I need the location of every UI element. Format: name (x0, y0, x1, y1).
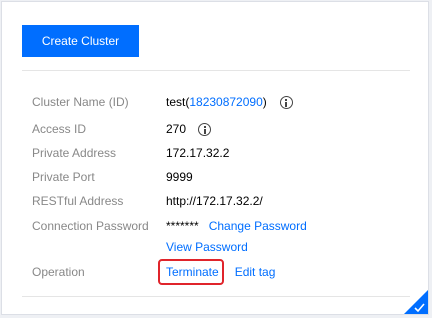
view-password-wrap: View Password (166, 238, 248, 256)
connection-password-value: ******* Change Password (166, 217, 307, 235)
restful-address-label: RESTful Address (32, 194, 124, 208)
row-cluster-name: Cluster Name (ID) test(18230872090) (2, 93, 428, 111)
checkmark-icon (404, 290, 428, 314)
cluster-id-link[interactable]: 18230872090 (189, 93, 262, 111)
cluster-card: Create Cluster Cluster Name (ID) test(18… (1, 1, 429, 315)
private-address-value: 172.17.32.2 (166, 146, 230, 160)
terminate-highlight (158, 259, 224, 285)
private-port-label: Private Port (32, 170, 95, 184)
cluster-name-label: Cluster Name (ID) (32, 95, 129, 109)
private-address-label: Private Address (32, 146, 117, 160)
divider (22, 296, 410, 297)
cluster-name-close: ) (262, 95, 267, 109)
access-id-label: Access ID (32, 122, 87, 136)
create-cluster-button[interactable]: Create Cluster (22, 25, 139, 57)
restful-address-value: http://172.17.32.2/ (166, 194, 263, 208)
change-password-link[interactable]: Change Password (209, 217, 307, 235)
row-private-port: Private Port 9999 (2, 168, 428, 186)
view-password-link[interactable]: View Password (166, 238, 248, 256)
cluster-name-value: test(18230872090) (166, 93, 293, 111)
info-icon[interactable] (279, 95, 293, 109)
operation-label: Operation (32, 265, 85, 279)
info-icon[interactable] (198, 122, 212, 136)
divider (22, 70, 410, 71)
masked-password: ******* (166, 219, 199, 233)
row-view-password: View Password (2, 238, 428, 256)
private-port-value: 9999 (166, 170, 193, 184)
row-private-address: Private Address 172.17.32.2 (2, 144, 428, 162)
edit-tag-link[interactable]: Edit tag (235, 263, 276, 281)
access-id-value: 270 (166, 120, 212, 138)
row-connection-password: Connection Password ******* Change Passw… (2, 217, 428, 235)
row-restful-address: RESTful Address http://172.17.32.2/ (2, 192, 428, 210)
row-access-id: Access ID 270 (2, 120, 428, 138)
cluster-name: test( (166, 95, 190, 109)
connection-password-label: Connection Password (32, 219, 149, 233)
access-id: 270 (166, 122, 187, 136)
